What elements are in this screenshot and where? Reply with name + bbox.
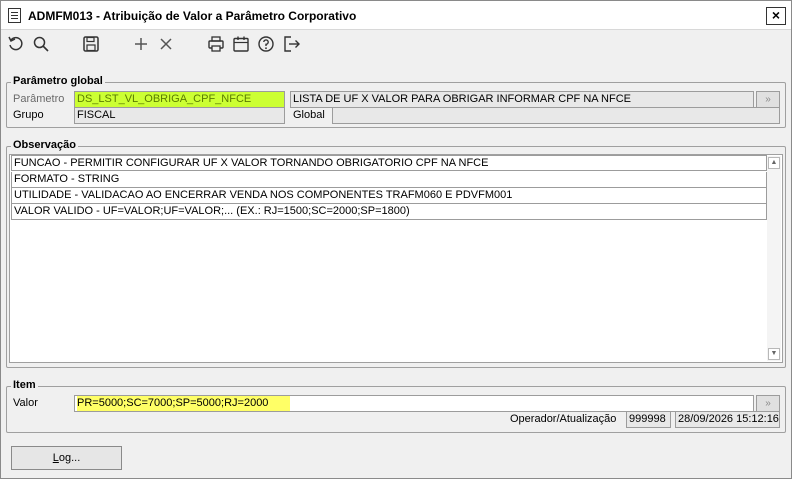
observacao-line[interactable]: VALOR VALIDO - UF=VALOR;UF=VALOR;... (EX…: [11, 204, 767, 220]
save-button[interactable]: [82, 35, 102, 55]
valor-value: PR=5000;SC=7000;SP=5000;RJ=2000: [77, 396, 291, 411]
add-button[interactable]: [132, 35, 152, 55]
exit-icon: [284, 36, 300, 52]
observacao-scrollbar[interactable]: ▲ ▼: [767, 156, 781, 361]
operador-atualizacao-label: Operador/Atualização: [510, 413, 617, 425]
observacao-line[interactable]: FUNCAO - PERMITIR CONFIGURAR UF X VALOR …: [11, 155, 767, 171]
global-field: [332, 107, 780, 124]
window: ADMFM013 - Atribuição de Valor a Parâmet…: [0, 0, 792, 479]
scroll-down-icon[interactable]: ▼: [768, 348, 780, 360]
log-button[interactable]: Log...: [11, 446, 122, 470]
document-icon: [8, 8, 21, 23]
atualizacao-field: 28/09/2026 15:12:16: [675, 411, 780, 428]
save-icon: [83, 36, 99, 52]
help-button[interactable]: [257, 35, 277, 55]
valor-label: Valor: [13, 397, 38, 409]
grupo-field: FISCAL: [74, 107, 285, 124]
toolbar: [1, 31, 791, 61]
valor-field[interactable]: PR=5000;SC=7000;SP=5000;RJ=2000: [74, 395, 754, 412]
calendar-icon: [233, 36, 249, 52]
parametro-field[interactable]: DS_LST_VL_OBRIGA_CPF_NFCE: [74, 91, 285, 108]
delete-icon: [160, 38, 172, 50]
title-bar: ADMFM013 - Atribuição de Valor a Parâmet…: [1, 1, 791, 30]
group-title: Item: [11, 379, 38, 391]
print-button[interactable]: [207, 35, 227, 55]
add-icon: [135, 38, 147, 50]
print-icon: [208, 36, 224, 52]
grupo-label: Grupo: [13, 109, 44, 121]
calendar-button[interactable]: [232, 35, 252, 55]
valor-lookup-button[interactable]: »: [756, 395, 780, 412]
parametro-description-field: LISTA DE UF X VALOR PARA OBRIGAR INFORMA…: [290, 91, 754, 108]
global-label: Global: [293, 109, 325, 121]
group-title: Parâmetro global: [11, 75, 105, 87]
close-button[interactable]: ×: [766, 7, 786, 25]
observacao-line[interactable]: UTILIDADE - VALIDACAO AO ENCERRAR VENDA …: [11, 188, 767, 204]
parametro-label: Parâmetro: [13, 93, 65, 105]
window-title: ADMFM013 - Atribuição de Valor a Parâmet…: [28, 9, 357, 23]
group-title: Observação: [11, 139, 78, 151]
operador-field: 999998: [626, 411, 671, 428]
scroll-up-icon[interactable]: ▲: [768, 157, 780, 169]
parametro-lookup-button[interactable]: »: [756, 91, 780, 108]
log-button-label: og...: [58, 452, 81, 464]
search-button[interactable]: [32, 35, 52, 55]
exit-button[interactable]: [283, 35, 303, 55]
search-icon: [33, 36, 49, 52]
help-icon: [258, 36, 274, 52]
delete-button[interactable]: [157, 35, 177, 55]
undo-button[interactable]: [7, 35, 27, 55]
observacao-list[interactable]: FUNCAO - PERMITIR CONFIGURAR UF X VALOR …: [9, 154, 783, 363]
observacao-line[interactable]: FORMATO - STRING: [11, 172, 767, 188]
undo-icon: [8, 36, 23, 51]
